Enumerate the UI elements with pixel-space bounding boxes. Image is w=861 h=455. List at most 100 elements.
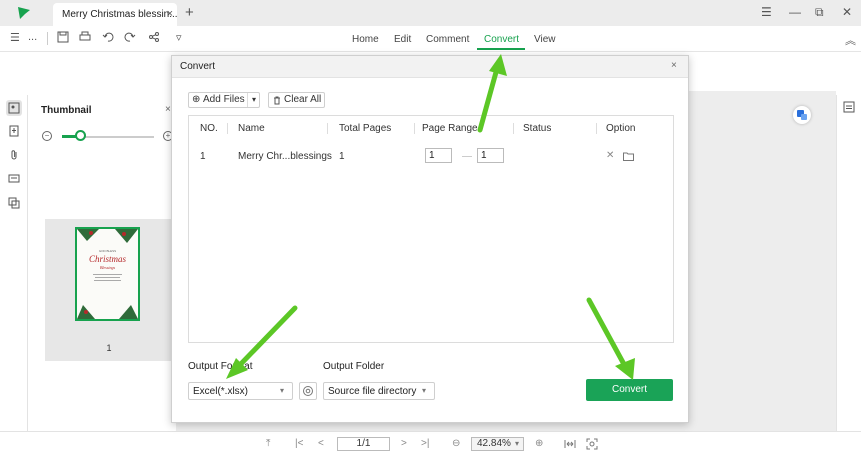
bookmark-panel-icon[interactable]: [6, 123, 22, 139]
thumbnail-panel-title: Thumbnail: [41, 105, 92, 116]
first-page-icon[interactable]: ⤒: [266, 438, 270, 449]
row-number: 1: [200, 151, 206, 162]
trash-icon: [274, 96, 280, 105]
menu-convert[interactable]: Convert: [484, 34, 519, 45]
column-header-no: NO.: [200, 123, 218, 134]
new-tab-icon[interactable]: +: [185, 4, 194, 21]
thumbnail-close-icon[interactable]: ×: [165, 104, 171, 115]
properties-panel-icon[interactable]: [843, 101, 855, 113]
tab-close-icon[interactable]: ×: [167, 8, 173, 20]
page-thumbnail-image: GOD BLESS Christmas Blessings: [75, 227, 140, 321]
column-header-page-range: Page Range: [422, 123, 478, 134]
thumbnail-panel: Thumbnail × − + GOD BLESS Christmas Bles…: [29, 95, 176, 431]
title-bar: Merry Christmas blessin... × + ☰ — ⧉ ✕: [0, 0, 861, 26]
first-page-button[interactable]: |<: [295, 438, 303, 449]
toolbar: ☰ ... ▿ Home Edit Comment Convert View ︽: [0, 26, 861, 51]
column-header-total-pages: Total Pages: [339, 123, 392, 134]
row-file-name: Merry Chr...blessings: [238, 151, 332, 162]
thumbnail-page-number: 1: [106, 343, 112, 353]
column-divider: [513, 123, 514, 134]
thumbnail-panel-icon[interactable]: [6, 100, 22, 116]
settings-icon: [303, 386, 313, 396]
output-folder-value: Source file directory: [328, 386, 417, 397]
zoom-level-select[interactable]: 42.84% ▾: [471, 437, 524, 451]
column-header-option: Option: [606, 123, 636, 134]
previous-page-icon[interactable]: <: [318, 438, 324, 449]
add-files-label: Add Files: [203, 94, 245, 105]
quick-access-dropdown-icon[interactable]: ▿: [176, 31, 182, 44]
zoom-level-value: 42.84%: [477, 438, 511, 449]
column-divider: [414, 123, 415, 134]
toolbar-divider: [47, 32, 48, 45]
output-folder-select[interactable]: Source file directory ▾: [323, 382, 435, 400]
output-format-label: Output Format: [188, 361, 253, 372]
collapse-ribbon-icon[interactable]: ︽: [845, 32, 856, 48]
attachment-panel-icon[interactable]: [6, 147, 22, 163]
comment-panel-icon[interactable]: [6, 171, 22, 187]
zoom-out-icon[interactable]: ⊖: [452, 438, 460, 449]
thumbnail-slider-handle[interactable]: [75, 130, 86, 141]
app-logo: [18, 7, 30, 19]
output-format-select[interactable]: Excel(*.xlsx) ▾: [188, 382, 293, 400]
row-total-pages: 1: [339, 151, 345, 162]
fit-width-icon[interactable]: [564, 438, 576, 450]
page-range-to-input[interactable]: 1: [477, 148, 504, 163]
window-close-icon[interactable]: ✕: [842, 5, 852, 19]
folder-icon[interactable]: [623, 152, 634, 161]
active-menu-indicator: [477, 48, 525, 50]
print-icon[interactable]: [79, 31, 91, 43]
column-divider: [227, 123, 228, 134]
zoom-caret-icon: ▾: [514, 439, 519, 448]
dialog-close-icon[interactable]: ×: [671, 60, 677, 71]
next-page-icon[interactable]: >: [401, 438, 407, 449]
dialog-title: Convert: [180, 61, 216, 72]
output-folder-label: Output Folder: [323, 361, 385, 372]
clear-all-label: Clear All: [284, 94, 322, 105]
column-header-name: Name: [238, 123, 265, 134]
page-number-input[interactable]: 1/1: [337, 437, 390, 451]
last-page-button[interactable]: >|: [421, 438, 429, 449]
left-sidebar: [0, 95, 28, 431]
page-thumbnail[interactable]: GOD BLESS Christmas Blessings 1: [45, 219, 173, 361]
undo-icon[interactable]: [102, 31, 114, 43]
add-files-button[interactable]: ⊕ Add Files ▾: [188, 92, 260, 108]
output-format-value: Excel(*.xlsx): [193, 386, 249, 397]
menu-icon[interactable]: ☰: [10, 31, 20, 44]
remove-file-icon[interactable]: ✕: [606, 150, 614, 161]
thumbnail-zoom-out-icon[interactable]: −: [42, 131, 52, 141]
window-menu-icon[interactable]: ☰: [761, 5, 772, 19]
redo-icon[interactable]: [124, 31, 136, 43]
column-divider: [596, 123, 597, 134]
column-divider: [327, 123, 328, 134]
layers-panel-icon[interactable]: [6, 195, 22, 211]
share-icon[interactable]: [148, 31, 160, 43]
dialog-header: Convert ×: [172, 56, 688, 78]
convert-dialog: Convert × ⊕ Add Files ▾ Clear All NO. Na…: [171, 55, 689, 423]
menu-view[interactable]: View: [534, 34, 556, 45]
fit-page-icon[interactable]: [586, 438, 598, 450]
document-tab[interactable]: Merry Christmas blessin... ×: [53, 3, 178, 26]
add-files-dropdown-icon[interactable]: ▾: [247, 93, 260, 107]
output-folder-caret-icon: ▾: [421, 386, 426, 395]
menu-edit[interactable]: Edit: [394, 34, 411, 45]
tab-title: Merry Christmas blessin...: [62, 9, 178, 20]
more-icon[interactable]: ...: [28, 31, 37, 43]
thumbnail-script: Blessings: [100, 265, 116, 270]
minimize-icon[interactable]: —: [789, 5, 801, 19]
menu-home[interactable]: Home: [352, 34, 379, 45]
format-settings-button[interactable]: [299, 382, 317, 400]
page-range-from-input[interactable]: 1: [425, 148, 452, 163]
clear-all-button[interactable]: Clear All: [268, 92, 325, 108]
output-format-caret-icon: ▾: [279, 386, 284, 395]
menu-comment[interactable]: Comment: [426, 34, 469, 45]
zoom-in-icon[interactable]: ⊕: [535, 438, 543, 449]
range-separator: [462, 156, 472, 157]
convert-button[interactable]: Convert: [586, 379, 673, 401]
save-icon[interactable]: [57, 31, 69, 43]
thumbnail-small-label: GOD BLESS: [99, 249, 116, 253]
status-bar: ⤒ |< < 1/1 > >| ⊖ 42.84% ▾ ⊕: [0, 431, 861, 455]
file-table: NO. Name Total Pages Page Range Status O…: [188, 115, 674, 343]
translate-icon[interactable]: [793, 106, 811, 124]
column-header-status: Status: [523, 123, 552, 134]
restore-icon[interactable]: ⧉: [815, 5, 824, 20]
